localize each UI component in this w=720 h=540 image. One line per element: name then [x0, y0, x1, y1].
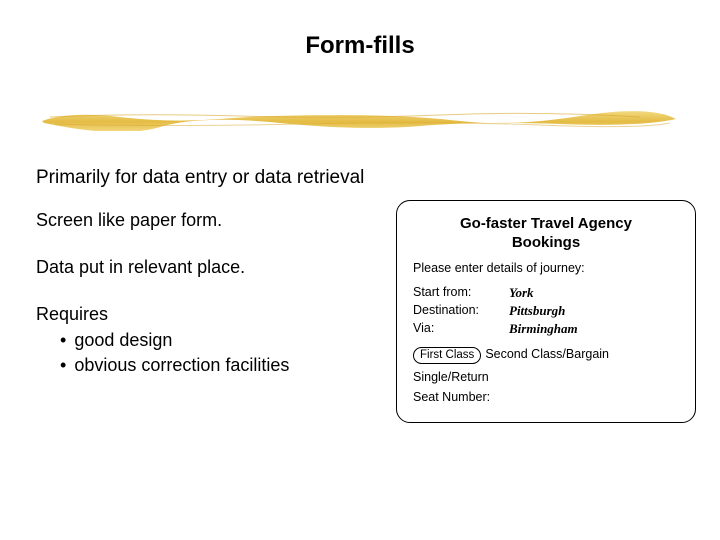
title-underline-brush: [40, 107, 680, 131]
requires-item: good design: [60, 328, 289, 352]
form-class-selected-chip: First Class: [413, 347, 481, 364]
form-seat-number: Seat Number:: [413, 390, 679, 404]
example-form-panel: Go-faster Travel Agency Bookings Please …: [396, 200, 696, 423]
form-label-start: Start from:: [413, 285, 509, 301]
requires-list: good design obvious correction facilitie…: [60, 328, 289, 377]
form-value-start: York: [509, 285, 534, 301]
form-row: Start from: York: [413, 285, 679, 301]
body-line-1: Primarily for data entry or data retriev…: [36, 165, 364, 191]
form-row: Destination: Pittsburgh: [413, 303, 679, 319]
form-class-rest: Second Class/Bargain: [485, 347, 609, 361]
requires-item: obvious correction facilities: [60, 353, 289, 377]
form-subtitle: Bookings: [413, 234, 679, 251]
form-instruction: Please enter details of journey:: [413, 261, 679, 275]
form-value-via: Birmingham: [509, 321, 578, 337]
form-label-destination: Destination:: [413, 303, 509, 319]
form-class-options: First Class Second Class/Bargain: [413, 347, 679, 364]
form-value-destination: Pittsburgh: [509, 303, 565, 319]
form-label-via: Via:: [413, 321, 509, 337]
slide: Form-fills Primarily for data entry or d…: [0, 0, 720, 540]
form-row: Via: Birmingham: [413, 321, 679, 337]
requires-heading: Requires: [36, 302, 289, 326]
body-line-2: Screen like paper form.: [36, 208, 222, 232]
body-line-3: Data put in relevant place.: [36, 255, 245, 279]
requires-block: Requires good design obvious correction …: [36, 302, 289, 377]
slide-title: Form-fills: [0, 32, 720, 60]
form-single-return: Single/Return: [413, 370, 679, 384]
form-title: Go-faster Travel Agency: [413, 215, 679, 232]
